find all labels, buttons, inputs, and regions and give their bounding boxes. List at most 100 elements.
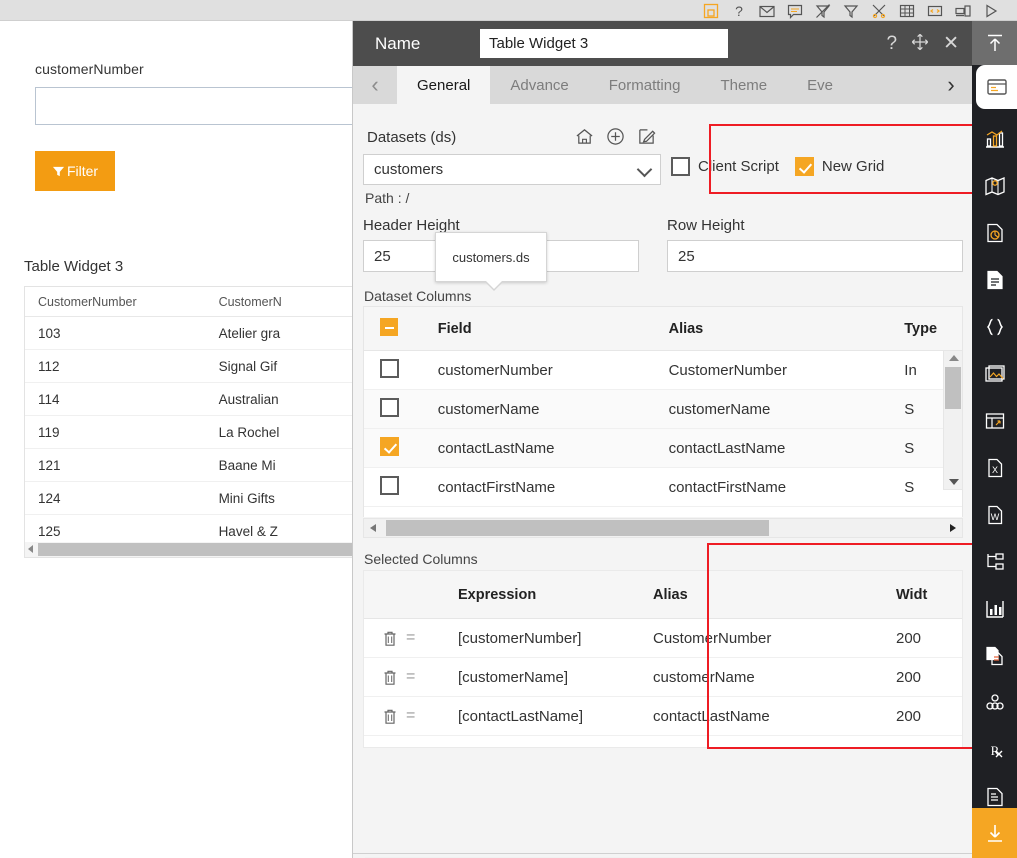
sidebar-item-chart[interactable]	[972, 115, 1017, 162]
sidebar-item-excel[interactable]: X	[972, 444, 1017, 491]
table-icon[interactable]	[899, 3, 915, 19]
dataset-column-row[interactable]: contactLastName contactLastName S	[364, 429, 962, 468]
table-row[interactable]: 124 Mini Gifts	[25, 482, 363, 515]
row-checkbox[interactable]	[380, 475, 399, 495]
scroll-thumb[interactable]	[386, 520, 769, 536]
tab-theme[interactable]: Theme	[700, 66, 787, 104]
sidebar-item-word[interactable]: W	[972, 491, 1017, 538]
plus-circle-icon[interactable]	[606, 127, 625, 151]
sidebar-item-tree[interactable]	[972, 538, 1017, 585]
report-icon	[984, 786, 1006, 808]
sidebar-item-cubes[interactable]	[972, 679, 1017, 726]
trash-icon[interactable]	[382, 669, 398, 686]
selected-column-row[interactable]: = [customerNumber] CustomerNumber 200	[364, 619, 962, 658]
table-row[interactable]: 114 Australian	[25, 383, 363, 416]
table-cell: Baane Mi	[218, 457, 276, 473]
sidebar-item-pie-doc[interactable]	[972, 209, 1017, 256]
home-icon[interactable]	[575, 127, 594, 151]
comment-icon[interactable]	[787, 3, 803, 19]
row-height-input[interactable]	[667, 240, 963, 272]
sidebar-item-document[interactable]	[972, 256, 1017, 303]
drag-handle-icon[interactable]: =	[406, 668, 458, 686]
sidebar-item-widget-panel[interactable]	[976, 65, 1017, 109]
filter-button[interactable]: Filter	[35, 151, 115, 191]
canvas-table-hscrollbar[interactable]	[24, 542, 364, 558]
tools-icon[interactable]	[871, 3, 887, 19]
client-script-checkbox[interactable]	[671, 157, 690, 176]
tabs-scroll-right-icon[interactable]: ›	[929, 66, 973, 104]
dataset-columns-vscrollbar[interactable]	[943, 350, 963, 490]
save-icon[interactable]	[703, 3, 719, 19]
table-row[interactable]: 121 Baane Mi	[25, 449, 363, 482]
mail-icon[interactable]	[759, 3, 775, 19]
scroll-right-arrow-icon[interactable]	[950, 524, 956, 532]
table-cell: 125	[38, 523, 61, 539]
help-icon[interactable]: ?	[887, 34, 898, 53]
selected-column-row[interactable]: = [customerName] customerName 200	[364, 658, 962, 697]
scroll-thumb[interactable]	[38, 543, 356, 556]
cell-alias: customerName	[653, 668, 755, 686]
edit-icon[interactable]	[637, 127, 656, 151]
collapse-up-icon[interactable]	[972, 21, 1017, 65]
tab-events[interactable]: Eve	[787, 66, 853, 104]
svg-text:W: W	[990, 512, 999, 522]
code-icon[interactable]	[927, 3, 943, 19]
chevron-down-icon[interactable]	[636, 161, 653, 178]
filter-icon[interactable]	[843, 3, 859, 19]
gallery-icon	[984, 363, 1006, 385]
row-checkbox[interactable]	[380, 358, 399, 378]
table-cell: Australian	[218, 391, 279, 407]
new-grid-checkbox[interactable]	[794, 157, 814, 176]
row-checkbox[interactable]	[380, 397, 399, 417]
dataset-columns-hscrollbar[interactable]	[363, 518, 963, 538]
sidebar-item-download[interactable]	[972, 808, 1017, 858]
design-canvas: customerNumber Filter Table Widget 3 Cus…	[0, 21, 365, 858]
dialog-name-label: Name	[375, 33, 421, 53]
sidebar-item-copy-doc[interactable]	[972, 632, 1017, 679]
trash-icon[interactable]	[382, 708, 398, 725]
tabs-scroll-left-icon[interactable]: ‹	[353, 66, 397, 104]
device-icon[interactable]	[955, 3, 971, 19]
widget-name-input[interactable]	[480, 29, 728, 58]
scroll-left-arrow-icon[interactable]	[28, 545, 33, 553]
sidebar-item-calendar-widget[interactable]	[972, 397, 1017, 444]
tab-formatting[interactable]: Formatting	[589, 66, 701, 104]
move-icon[interactable]	[911, 33, 929, 55]
trash-icon[interactable]	[382, 630, 398, 647]
customer-number-input[interactable]	[35, 87, 365, 125]
dataset-column-row[interactable]: contactFirstName contactFirstName S	[364, 468, 962, 507]
cell-alias: contactFirstName	[668, 478, 787, 496]
sidebar-item-gallery[interactable]	[972, 350, 1017, 397]
dataset-column-row[interactable]: customerNumber CustomerNumber In	[364, 351, 962, 390]
filter-off-icon[interactable]	[815, 3, 831, 19]
help-icon[interactable]: ?	[731, 3, 747, 19]
dataset-column-row[interactable]: customerName customerName S	[364, 390, 962, 429]
cell-field: customerName	[437, 400, 540, 418]
cell-alias: CustomerNumber	[653, 629, 772, 647]
table-row[interactable]: 103 Atelier gra	[25, 317, 363, 350]
table-cell: 119	[38, 424, 60, 440]
drag-handle-icon[interactable]: =	[406, 629, 458, 647]
close-icon[interactable]: ✕	[943, 34, 959, 53]
scroll-thumb[interactable]	[945, 367, 961, 409]
row-checkbox[interactable]	[380, 436, 399, 456]
sidebar-item-braces[interactable]	[972, 303, 1017, 350]
table-row[interactable]: 112 Signal Gif	[25, 350, 363, 383]
sidebar-item-rx[interactable]: R	[972, 726, 1017, 773]
scroll-down-arrow-icon[interactable]	[949, 479, 959, 485]
play-icon[interactable]	[983, 3, 999, 19]
sidebar-item-map[interactable]	[972, 162, 1017, 209]
select-all-checkbox[interactable]	[380, 317, 398, 336]
bar-icon	[984, 598, 1006, 620]
selected-column-row[interactable]: = [contactLastName] contactLastName 200	[364, 697, 962, 736]
table-row[interactable]: 119 La Rochel	[25, 416, 363, 449]
select-all-cell	[364, 317, 438, 340]
scroll-left-arrow-icon[interactable]	[370, 524, 376, 532]
tab-general[interactable]: General	[397, 66, 491, 104]
dataset-select[interactable]: customers	[363, 154, 661, 185]
row-height-label: Row Height	[667, 217, 745, 234]
drag-handle-icon[interactable]: =	[406, 707, 458, 725]
sidebar-item-bar[interactable]	[972, 585, 1017, 632]
scroll-up-arrow-icon[interactable]	[949, 355, 959, 361]
tab-advance[interactable]: Advance	[490, 66, 588, 104]
